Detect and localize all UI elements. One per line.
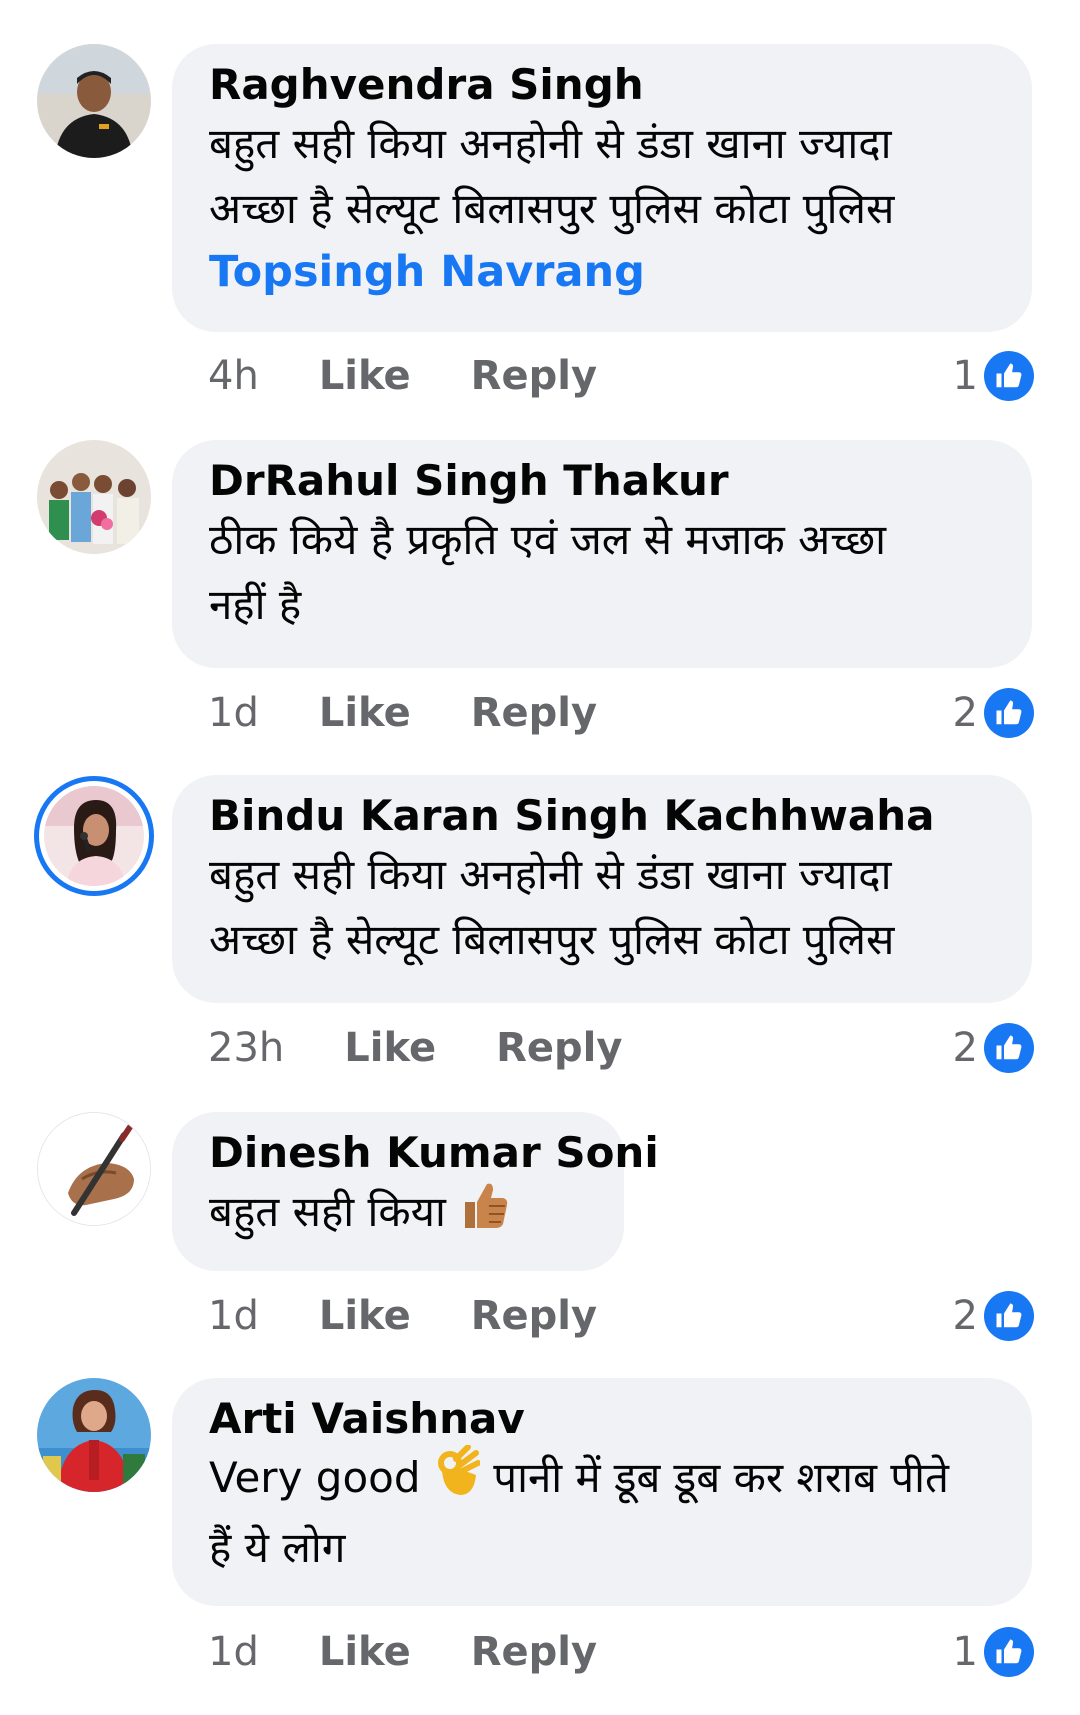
like-button[interactable]: Like — [344, 1025, 436, 1071]
avatar[interactable] — [37, 1112, 151, 1226]
like-button[interactable]: Like — [319, 1629, 411, 1675]
avatar-woman-microphone-icon — [44, 786, 144, 886]
reaction-count-number: 2 — [952, 690, 978, 736]
comment-author[interactable]: Arti Vaishnav — [209, 1394, 998, 1444]
comment-actions: 4h Like Reply — [208, 346, 657, 406]
reaction-count[interactable]: 2 — [953, 1286, 1034, 1346]
avatar-group-photo-icon — [37, 440, 151, 554]
comment-actions: 1d Like Reply — [208, 683, 657, 743]
comment-text: अच्छा है सेल्यूट बिलासपुर पुलिस कोटा पुल… — [209, 184, 895, 233]
comment-text: बहुत सही किया अनहोनी से डंडा खाना ज्यादा — [209, 119, 892, 168]
thumbs-up-emoji-icon — [459, 1178, 509, 1251]
like-reaction-icon — [984, 1291, 1034, 1341]
comment-timestamp[interactable]: 1d — [208, 690, 259, 736]
like-reaction-icon — [984, 351, 1034, 401]
comment-text: ठीक किये है प्रकृति एवं जल से मजाक अच्छा — [209, 515, 886, 564]
comment-bubble: Bindu Karan Singh Kachhwaha बहुत सही किय… — [172, 775, 1032, 1003]
reaction-count-number: 2 — [952, 1025, 978, 1071]
comment-text: अच्छा है सेल्यूट बिलासपुर पुलिस कोटा पुल… — [209, 915, 895, 964]
reaction-count-number: 1 — [952, 353, 978, 399]
avatar[interactable] — [37, 44, 151, 158]
reply-button[interactable]: Reply — [471, 1629, 597, 1675]
like-button[interactable]: Like — [319, 1293, 411, 1339]
reaction-count[interactable]: 1 — [953, 346, 1034, 406]
reply-button[interactable]: Reply — [496, 1025, 622, 1071]
comment-text-content: Very good — [209, 1453, 421, 1502]
avatar-with-story-ring[interactable] — [34, 776, 154, 896]
reaction-count-number: 2 — [952, 1293, 978, 1339]
comment-timestamp[interactable]: 1d — [208, 1293, 259, 1339]
comment-actions: 23h Like Reply — [208, 1018, 682, 1078]
avatar-hand-writing-icon — [38, 1113, 150, 1225]
comment-author[interactable]: DrRahul Singh Thakur — [209, 456, 998, 506]
like-reaction-icon — [984, 1627, 1034, 1677]
avatar[interactable] — [37, 440, 151, 554]
like-button[interactable]: Like — [319, 353, 411, 399]
mention-link[interactable]: Topsingh Navrang — [209, 242, 998, 302]
comment-text: नहीं है — [209, 580, 302, 629]
comment-author[interactable]: Raghvendra Singh — [209, 60, 998, 110]
comment-text: बहुत सही किया — [209, 1178, 590, 1251]
reply-button[interactable]: Reply — [471, 1293, 597, 1339]
comment-text: हैं ये लोग — [209, 1523, 346, 1572]
comment-bubble: Dinesh Kumar Soni बहुत सही किया — [172, 1112, 659, 1271]
comment-text: Very good पानी में डूब डूब कर शराब पीते — [209, 1444, 998, 1516]
comment-text-content: पानी में डूब डूब कर शराब पीते — [493, 1453, 949, 1502]
comment-author[interactable]: Dinesh Kumar Soni — [209, 1128, 659, 1178]
ok-hand-emoji-icon — [434, 1444, 481, 1516]
comment-bubble: Raghvendra Singh बहुत सही किया अनहोनी से… — [172, 44, 1032, 332]
like-reaction-icon — [984, 688, 1034, 738]
comment-timestamp[interactable]: 1d — [208, 1629, 259, 1675]
comment-text: बहुत सही किया अनहोनी से डंडा खाना ज्यादा — [209, 850, 892, 899]
reply-button[interactable]: Reply — [471, 690, 597, 736]
comment-timestamp[interactable]: 4h — [208, 353, 259, 399]
comment-bubble: DrRahul Singh Thakur ठीक किये है प्रकृति… — [172, 440, 1032, 668]
reaction-count[interactable]: 1 — [953, 1622, 1034, 1682]
comment-text-content: बहुत सही किया — [209, 1187, 446, 1236]
comment-timestamp[interactable]: 23h — [208, 1025, 284, 1071]
like-button[interactable]: Like — [319, 690, 411, 736]
avatar[interactable] — [37, 1378, 151, 1492]
reaction-count-number: 1 — [952, 1629, 978, 1675]
comment-actions: 1d Like Reply — [208, 1286, 657, 1346]
like-reaction-icon — [984, 1023, 1034, 1073]
reaction-count[interactable]: 2 — [953, 683, 1034, 743]
comment-author[interactable]: Bindu Karan Singh Kachhwaha — [209, 791, 998, 841]
avatar-photo-icon — [37, 44, 151, 158]
reaction-count[interactable]: 2 — [953, 1018, 1034, 1078]
comment-bubble: Arti Vaishnav Very good पानी में डूब डूब… — [172, 1378, 1032, 1606]
avatar-photo — [44, 786, 144, 886]
reply-button[interactable]: Reply — [471, 353, 597, 399]
comment-actions: 1d Like Reply — [208, 1622, 657, 1682]
avatar-woman-red-jacket-icon — [37, 1378, 151, 1492]
